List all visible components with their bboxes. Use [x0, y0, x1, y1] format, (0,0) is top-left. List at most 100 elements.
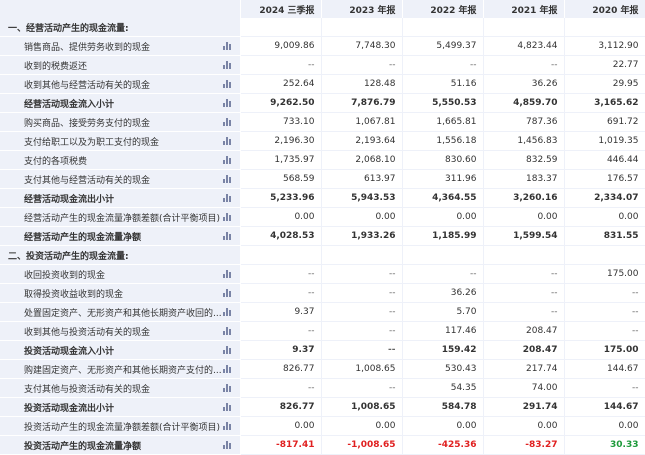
bar-chart-icon[interactable] [222, 365, 232, 373]
row-label: 购买商品、接受劳务支付的现金 [24, 118, 151, 129]
value-cell: 831.55 [564, 226, 645, 246]
value-cell: 1,008.65 [321, 397, 403, 417]
value-cell [564, 245, 645, 265]
row-label: 收到其他与经营活动有关的现金 [24, 80, 151, 91]
value-cell: 144.67 [564, 359, 645, 379]
table-row: 收到其他与投资活动有关的现金 -- -- 117.46 208.47 -- [0, 321, 645, 341]
bar-chart-icon[interactable] [222, 289, 232, 297]
value-cell: 4,859.70 [483, 93, 565, 113]
row-label: 取得投资收益收到的现金 [24, 289, 124, 300]
value-cell: 291.74 [483, 397, 565, 417]
row-label-cell: 收到其他与投资活动有关的现金 [0, 321, 241, 341]
value-cell: 74.00 [483, 378, 565, 398]
column-header[interactable]: 2023 年报 [321, 0, 403, 18]
row-label-cell: 经营活动现金流入小计 [0, 93, 241, 113]
value-cell: 4,364.55 [402, 188, 484, 208]
value-cell: 1,185.99 [402, 226, 484, 246]
value-cell: -- [483, 264, 565, 284]
row-label-cell: 支付其他与投资活动有关的现金 [0, 378, 241, 398]
table-body: 一、经营活动产生的现金流量: 销售商品、提供劳务收到的现金 9,009.86 7,74… [0, 18, 645, 455]
value-cell: -- [483, 55, 565, 75]
value-cell: 826.77 [240, 397, 322, 417]
table-row: 收回投资收到的现金 -- -- -- -- 175.00 [0, 264, 645, 284]
value-cell: 9.37 [240, 302, 322, 322]
header-row: 2024 三季报 2023 年报 2022 年报 2021 年报 2020 年报 [0, 0, 645, 18]
table-row: 支付其他与投资活动有关的现金 -- -- 54.35 74.00 -- [0, 378, 645, 398]
bar-chart-icon[interactable] [222, 232, 232, 240]
column-header[interactable]: 2020 年报 [564, 0, 645, 18]
bar-chart-icon[interactable] [222, 137, 232, 145]
bar-chart-icon[interactable] [222, 270, 232, 278]
bar-chart-icon[interactable] [222, 403, 232, 411]
value-cell: 9,009.86 [240, 36, 322, 56]
value-cell: -- [321, 321, 403, 341]
table-row: 取得投资收益收到的现金 -- -- 36.26 -- -- [0, 283, 645, 303]
value-cell: 584.78 [402, 397, 484, 417]
bar-chart-icon[interactable] [222, 441, 232, 449]
bar-chart-icon[interactable] [222, 80, 232, 88]
row-label: 收到的税费返还 [24, 61, 88, 72]
value-cell: -- [321, 302, 403, 322]
value-cell [402, 245, 484, 265]
value-cell: 117.46 [402, 321, 484, 341]
value-cell: 3,165.62 [564, 93, 645, 113]
row-label-cell: 经营活动产生的现金流量净额 [0, 226, 241, 246]
value-cell: 1,456.83 [483, 131, 565, 151]
table-row: 处置固定资产、无形资产和其他长期资产收回的... 9.37 -- 5.70 -- -- [0, 302, 645, 322]
row-label: 经营活动产生的现金流量净额 [24, 232, 142, 243]
value-cell: 0.00 [564, 207, 645, 227]
value-cell: 9.37 [240, 340, 322, 360]
row-label: 购建固定资产、无形资产和其他长期资产支付的... [24, 365, 222, 376]
bar-chart-icon[interactable] [222, 175, 232, 183]
row-label: 支付给职工以及为职工支付的现金 [24, 137, 160, 148]
value-cell: -425.36 [402, 435, 484, 455]
value-cell: 36.26 [402, 283, 484, 303]
value-cell [321, 18, 403, 37]
value-cell: 54.35 [402, 378, 484, 398]
value-cell: -- [483, 283, 565, 303]
bar-chart-icon[interactable] [222, 42, 232, 50]
column-header[interactable]: 2021 年报 [483, 0, 565, 18]
value-cell [483, 18, 565, 37]
value-cell: 446.44 [564, 150, 645, 170]
table-row: 投资活动现金流入小计 9.37 -- 159.42 208.47 175.00 [0, 340, 645, 360]
value-cell: 217.74 [483, 359, 565, 379]
value-cell: -- [321, 340, 403, 360]
bar-chart-icon[interactable] [222, 118, 232, 126]
value-cell: 7,748.30 [321, 36, 403, 56]
row-label: 投资活动现金流出小计 [24, 403, 115, 414]
column-header[interactable]: 2024 三季报 [240, 0, 322, 18]
value-cell: 128.48 [321, 74, 403, 94]
value-cell: 1,008.65 [321, 359, 403, 379]
value-cell: -- [483, 302, 565, 322]
value-cell: 1,067.81 [321, 112, 403, 132]
bar-chart-icon[interactable] [222, 99, 232, 107]
value-cell: 29.95 [564, 74, 645, 94]
table-row: 经营活动产生的现金流量净额 4,028.53 1,933.26 1,185.99 1,5… [0, 226, 645, 246]
value-cell: 4,823.44 [483, 36, 565, 56]
bar-chart-icon[interactable] [222, 384, 232, 392]
value-cell [321, 245, 403, 265]
row-label: 一、经营活动产生的现金流量: [8, 23, 129, 34]
value-cell: 1,599.54 [483, 226, 565, 246]
table-row: 支付的各项税费 1,735.97 2,068.10 830.60 832.59 446.4… [0, 150, 645, 170]
value-cell: 0.00 [240, 416, 322, 436]
bar-chart-icon[interactable] [222, 327, 232, 335]
value-cell: 5,943.53 [321, 188, 403, 208]
bar-chart-icon[interactable] [222, 61, 232, 69]
value-cell: 0.00 [483, 416, 565, 436]
bar-chart-icon[interactable] [222, 156, 232, 164]
bar-chart-icon[interactable] [222, 194, 232, 202]
bar-chart-icon[interactable] [222, 213, 232, 221]
row-label-cell: 收到的税费返还 [0, 55, 241, 75]
column-header[interactable]: 2022 年报 [402, 0, 484, 18]
row-label: 处置固定资产、无形资产和其他长期资产收回的... [24, 308, 222, 319]
value-cell: 0.00 [321, 207, 403, 227]
bar-chart-icon[interactable] [222, 346, 232, 354]
value-cell: 5,233.96 [240, 188, 322, 208]
row-label: 二、投资活动产生的现金流量: [8, 251, 129, 262]
value-cell: -- [564, 302, 645, 322]
bar-chart-icon[interactable] [222, 308, 232, 316]
value-cell: -817.41 [240, 435, 322, 455]
value-cell: 5,550.53 [402, 93, 484, 113]
